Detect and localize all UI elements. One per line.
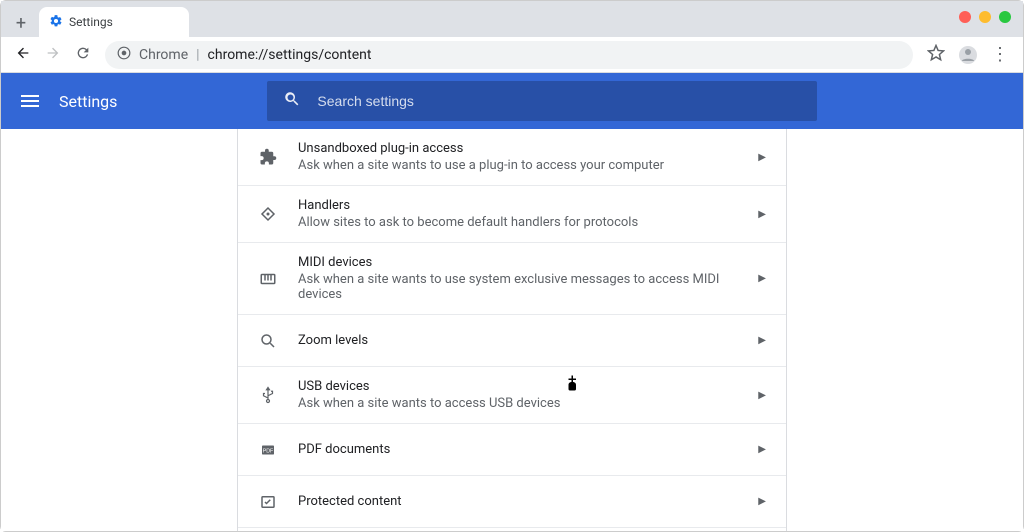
content-scroll[interactable]: Unsandboxed plug-in access Ask when a sit… xyxy=(1,129,1023,531)
diamond-icon xyxy=(258,204,278,224)
chevron-right-icon: ▶ xyxy=(758,444,766,455)
row-title: Unsandboxed plug-in access xyxy=(298,141,758,156)
tab-strip: + Settings xyxy=(1,1,1023,37)
chevron-right-icon: ▶ xyxy=(758,335,766,346)
page-title: Settings xyxy=(59,92,117,111)
window-minimize-dot[interactable] xyxy=(979,11,991,23)
settings-header: Settings xyxy=(1,73,1023,129)
zoom-icon xyxy=(258,331,278,351)
forward-button[interactable] xyxy=(45,45,61,65)
settings-list: Unsandboxed plug-in access Ask when a sit… xyxy=(237,129,787,531)
svg-text:PDF: PDF xyxy=(263,448,274,454)
protected-icon xyxy=(258,492,278,512)
pdf-icon: PDF xyxy=(258,440,278,460)
profile-avatar[interactable] xyxy=(959,46,977,64)
new-tab-button[interactable]: + xyxy=(7,9,35,37)
row-pdf[interactable]: PDF PDF documents ▶ xyxy=(238,424,786,476)
browser-toolbar: Chrome | chrome://settings/content ⋮ xyxy=(1,37,1023,73)
row-title: Zoom levels xyxy=(298,333,758,348)
bookmark-star-icon[interactable] xyxy=(927,44,945,66)
row-plugin-access[interactable]: Unsandboxed plug-in access Ask when a sit… xyxy=(238,129,786,186)
gear-icon xyxy=(49,14,63,31)
search-box[interactable] xyxy=(267,81,817,121)
row-subtitle: Ask when a site wants to access USB devi… xyxy=(298,396,758,411)
row-title: USB devices xyxy=(298,379,758,394)
chevron-right-icon: ▶ xyxy=(758,496,766,507)
reload-button[interactable] xyxy=(75,45,91,65)
row-zoom[interactable]: Zoom levels ▶ xyxy=(238,315,786,367)
tab-title: Settings xyxy=(69,15,113,29)
window-zoom-dot[interactable] xyxy=(999,11,1011,23)
back-button[interactable] xyxy=(15,45,31,65)
browser-menu-button[interactable]: ⋮ xyxy=(991,46,1009,64)
nav-icons xyxy=(9,45,97,65)
row-title: MIDI devices xyxy=(298,255,758,270)
row-clipboard[interactable]: ClipboardAsk before accessing ▶ xyxy=(238,528,786,531)
piano-icon xyxy=(258,269,278,289)
row-title: Handlers xyxy=(298,198,758,213)
search-input[interactable] xyxy=(317,93,801,109)
omnibox-path: chrome://settings/content xyxy=(208,47,372,63)
row-usb[interactable]: USB devices Ask when a site wants to acce… xyxy=(238,367,786,424)
chevron-right-icon: ▶ xyxy=(758,209,766,220)
window-controls xyxy=(959,11,1011,23)
menu-button[interactable] xyxy=(21,95,39,107)
row-subtitle: Ask when a site wants to use a plug-in t… xyxy=(298,158,758,173)
row-protected[interactable]: Protected content ▶ xyxy=(238,476,786,528)
search-icon xyxy=(283,90,301,112)
usb-icon xyxy=(258,385,278,405)
row-handlers[interactable]: Handlers Allow sites to ask to become def… xyxy=(238,186,786,243)
puzzle-icon xyxy=(258,147,278,167)
window-close-dot[interactable] xyxy=(959,11,971,23)
chrome-icon xyxy=(117,46,131,64)
row-subtitle: Ask when a site wants to use system excl… xyxy=(298,272,758,302)
row-midi[interactable]: MIDI devices Ask when a site wants to use… xyxy=(238,243,786,315)
row-title: Protected content xyxy=(298,494,758,509)
browser-tab[interactable]: Settings xyxy=(39,7,189,37)
omnibox-origin: Chrome xyxy=(139,47,188,63)
chevron-right-icon: ▶ xyxy=(758,152,766,163)
row-subtitle: Allow sites to ask to become default han… xyxy=(298,215,758,230)
toolbar-right: ⋮ xyxy=(921,44,1015,66)
row-title: PDF documents xyxy=(298,442,758,457)
chevron-right-icon: ▶ xyxy=(758,390,766,401)
omnibox-separator: | xyxy=(196,47,199,63)
chevron-right-icon: ▶ xyxy=(758,273,766,284)
omnibox[interactable]: Chrome | chrome://settings/content xyxy=(105,41,913,69)
